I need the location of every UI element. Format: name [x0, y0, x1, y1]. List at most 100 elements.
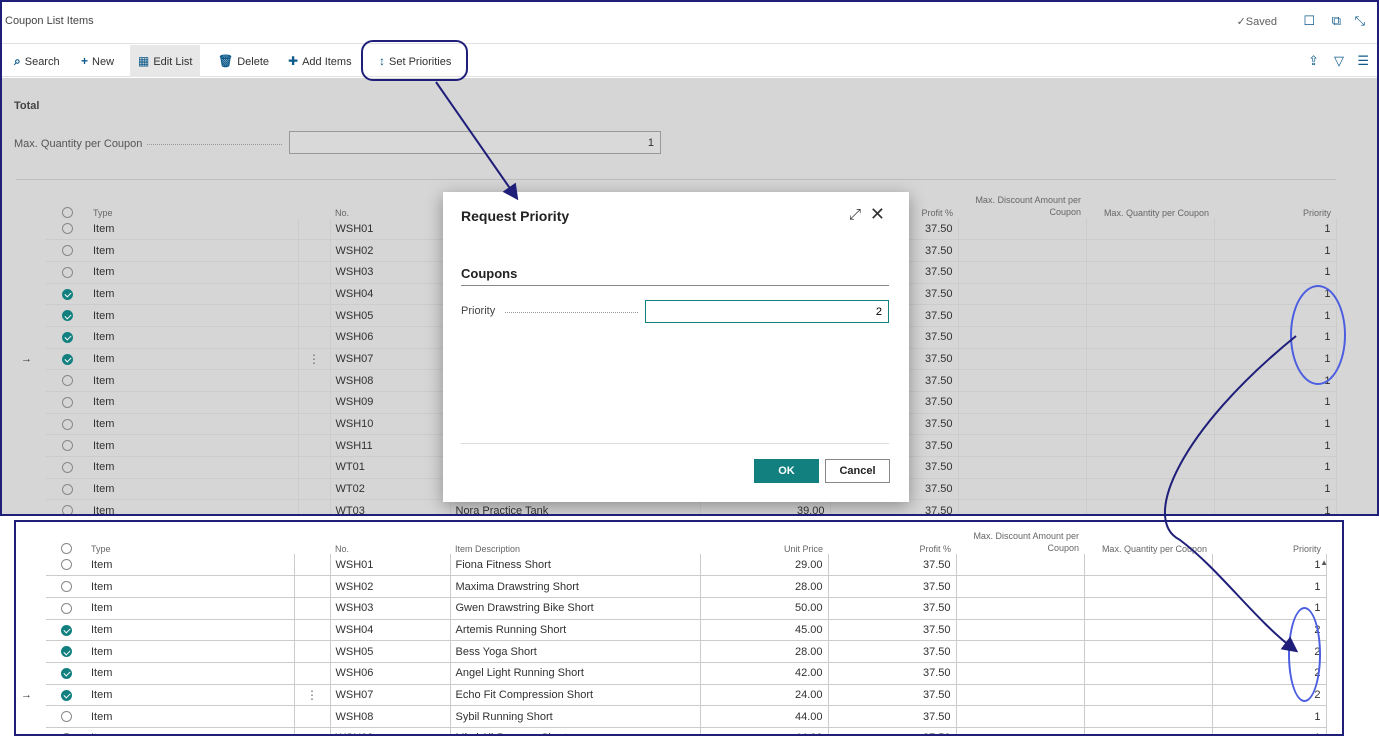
- row-select-radio[interactable]: [61, 245, 73, 257]
- menu-cell[interactable]: [298, 499, 331, 514]
- max-qty-cell[interactable]: [1086, 326, 1215, 349]
- cancel-button[interactable]: Cancel: [825, 459, 890, 483]
- desc-cell[interactable]: Artemis Running Short: [450, 619, 701, 642]
- type-cell[interactable]: Item: [86, 640, 295, 663]
- col-max-qty[interactable]: Max. Quantity per Coupon: [1086, 190, 1214, 218]
- max-qty-cell[interactable]: [1086, 283, 1215, 306]
- price-cell[interactable]: 28.00: [700, 575, 829, 598]
- col-desc[interactable]: Item Description: [450, 526, 700, 554]
- col-no[interactable]: No.: [330, 526, 450, 554]
- row-select-radio[interactable]: [61, 310, 73, 322]
- max-discount-cell[interactable]: [958, 499, 1087, 514]
- table-row[interactable]: Item WSH02 Maxima Drawstring Short 28.00 37.…: [16, 575, 1327, 598]
- no-cell[interactable]: WSH02: [330, 575, 451, 598]
- col-priority[interactable]: Priority: [1212, 526, 1326, 554]
- no-cell[interactable]: WSH07: [330, 684, 451, 707]
- table-row[interactable]: Item WSH08 Sybil Running Short 44.00 37.50 1: [16, 705, 1327, 728]
- menu-cell[interactable]: [294, 575, 331, 598]
- col-max-discount[interactable]: Max. Discount Amount per Coupon: [956, 526, 1084, 554]
- edit-list-button[interactable]: ▦ Edit List: [130, 45, 201, 77]
- type-cell[interactable]: Item: [88, 499, 299, 514]
- max-discount-cell[interactable]: [958, 326, 1087, 349]
- search-button[interactable]: ⌕ Search: [6, 45, 68, 77]
- max-discount-cell[interactable]: [958, 261, 1087, 284]
- priority-cell[interactable]: 1: [1212, 554, 1327, 577]
- table-row[interactable]: Item WSH04 Artemis Running Short 45.00 37.50…: [16, 619, 1327, 642]
- max-discount-cell[interactable]: [958, 369, 1087, 392]
- row-select-radio[interactable]: [60, 667, 72, 679]
- priority-cell[interactable]: 1: [1214, 434, 1337, 458]
- menu-cell[interactable]: [294, 640, 331, 663]
- col-priority[interactable]: Priority: [1214, 190, 1336, 218]
- max-qty-cell[interactable]: [1086, 304, 1215, 327]
- type-cell[interactable]: Item: [86, 727, 295, 734]
- max-qty-cell[interactable]: [1086, 499, 1215, 514]
- row-select-radio[interactable]: [61, 223, 73, 235]
- list-view-icon[interactable]: ☰: [1357, 53, 1369, 69]
- type-cell[interactable]: Item: [86, 554, 295, 577]
- row-select-radio[interactable]: [61, 375, 73, 387]
- col-type[interactable]: Type: [86, 526, 294, 554]
- row-select-radio[interactable]: [60, 559, 72, 571]
- table-row[interactable]: Item WSH09Mimi All-Purpose Short44.0037.5…: [16, 727, 1327, 734]
- add-items-button[interactable]: ✚ Add Items: [280, 45, 360, 77]
- table-row[interactable]: Item WSH03 Gwen Drawstring Bike Short 50.00…: [16, 597, 1327, 620]
- type-cell[interactable]: Item: [86, 705, 295, 728]
- max-qty-cell[interactable]: [1084, 597, 1213, 620]
- max-qty-cell[interactable]: [1084, 705, 1213, 728]
- profit-cell[interactable]: 37.50: [828, 554, 957, 577]
- col-profit[interactable]: Profit %: [828, 526, 956, 554]
- col-no[interactable]: No.: [330, 190, 450, 218]
- max-discount-cell[interactable]: [958, 413, 1087, 436]
- max-qty-cell[interactable]: [1084, 640, 1213, 663]
- type-cell[interactable]: Item: [88, 326, 299, 349]
- col-max-qty[interactable]: Max. Quantity per Coupon: [1084, 526, 1212, 554]
- price-cell[interactable]: 28.00: [700, 640, 829, 663]
- type-cell[interactable]: Item: [86, 575, 295, 598]
- type-cell[interactable]: Item: [88, 391, 299, 414]
- menu-cell[interactable]: [298, 218, 331, 241]
- desc-cell[interactable]: Sybil Running Short: [450, 705, 701, 728]
- no-cell[interactable]: WT01: [330, 456, 451, 479]
- row-select-radio[interactable]: [61, 505, 73, 514]
- row-select-radio[interactable]: [60, 646, 72, 658]
- max-qty-cell[interactable]: [1086, 239, 1215, 262]
- max-qty-cell[interactable]: [1086, 369, 1215, 392]
- profit-cell[interactable]: 37.50: [828, 597, 957, 620]
- priority-cell[interactable]: 1: [1214, 261, 1337, 284]
- no-cell[interactable]: WSH06: [330, 662, 451, 685]
- type-cell[interactable]: Item: [88, 478, 299, 501]
- type-cell[interactable]: Item: [88, 239, 299, 262]
- no-cell[interactable]: WSH01: [330, 554, 451, 577]
- priority-cell[interactable]: 1: [1214, 239, 1337, 262]
- max-discount-cell[interactable]: [956, 554, 1085, 577]
- max-discount-cell[interactable]: [958, 434, 1087, 458]
- menu-cell[interactable]: [298, 369, 331, 392]
- menu-cell[interactable]: [298, 478, 331, 501]
- priority-input[interactable]: [645, 300, 889, 323]
- menu-cell[interactable]: [298, 434, 331, 458]
- new-button[interactable]: + New: [73, 45, 122, 77]
- type-cell[interactable]: Item: [88, 348, 299, 371]
- max-discount-cell[interactable]: [956, 597, 1085, 620]
- max-discount-cell[interactable]: [956, 640, 1085, 663]
- table-row[interactable]: Item WSH05 Bess Yoga Short 28.00 37.50 2: [16, 640, 1327, 663]
- menu-cell[interactable]: [298, 326, 331, 349]
- no-cell[interactable]: WSH10: [330, 413, 451, 436]
- priority-cell[interactable]: 1: [1214, 499, 1337, 514]
- row-menu-icon[interactable]: ⋮: [306, 688, 318, 702]
- priority-cell[interactable]: 1: [1214, 413, 1337, 436]
- max-qty-cell[interactable]: [1086, 434, 1215, 458]
- row-select-radio[interactable]: [61, 266, 73, 278]
- max-discount-cell[interactable]: [958, 239, 1087, 262]
- max-discount-cell[interactable]: [958, 283, 1087, 306]
- table-row[interactable]: → Item ⋮ WSH07 Echo Fit Compression Short 24.…: [16, 684, 1327, 707]
- desc-cell[interactable]: Bess Yoga Short: [450, 640, 701, 663]
- max-discount-cell[interactable]: [956, 575, 1085, 598]
- profit-cell[interactable]: 37.50: [828, 684, 957, 707]
- max-discount-cell[interactable]: [958, 391, 1087, 414]
- type-cell[interactable]: Item: [88, 218, 299, 241]
- menu-cell[interactable]: [298, 304, 331, 327]
- max-discount-cell[interactable]: [956, 662, 1085, 685]
- type-cell[interactable]: Item: [88, 261, 299, 284]
